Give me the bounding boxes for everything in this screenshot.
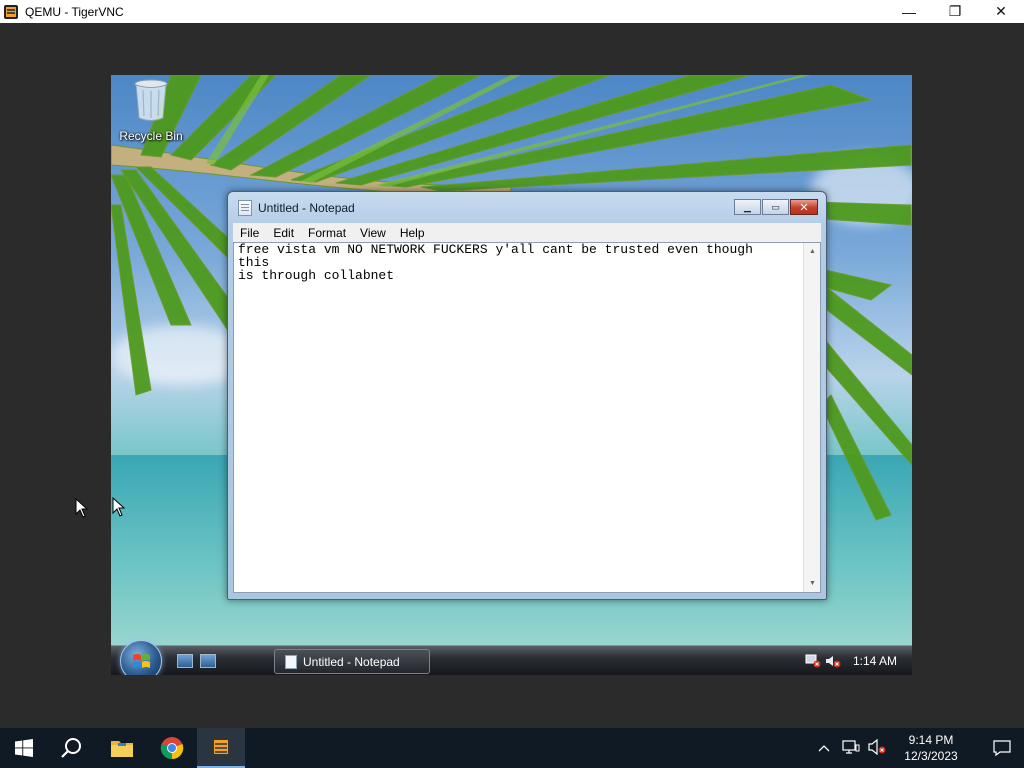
guest-mouse-cursor-icon xyxy=(112,497,126,517)
clock-date: 12/3/2023 xyxy=(904,749,958,763)
volume-muted-icon[interactable] xyxy=(868,738,886,758)
scroll-up-icon[interactable]: ▲ xyxy=(804,243,821,260)
notepad-maximize-button[interactable]: ▭ xyxy=(762,199,789,215)
host-clock[interactable]: 9:14 PM 12/3/2023 xyxy=(896,732,966,764)
close-icon: ✕ xyxy=(995,3,1007,19)
windows-orb-icon[interactable] xyxy=(120,640,162,675)
minimize-button[interactable]: — xyxy=(886,0,932,23)
vertical-scrollbar[interactable]: ▲ ▼ xyxy=(803,243,820,592)
notepad-close-button[interactable]: ✕ xyxy=(790,199,818,215)
guest-desktop[interactable]: Recycle Bin Untitled - Notepad ▁ ▭ ✕ Fil… xyxy=(111,75,912,675)
window-title: QEMU - TigerVNC xyxy=(25,4,124,19)
guest-clock[interactable]: 1:14 AM xyxy=(853,654,897,668)
notepad-icon xyxy=(238,199,252,216)
menu-edit[interactable]: Edit xyxy=(266,226,301,240)
restore-icon: ❐ xyxy=(948,3,962,19)
windows-start-button[interactable] xyxy=(0,728,48,768)
maximize-icon: ▭ xyxy=(771,201,780,212)
close-button[interactable]: ✕ xyxy=(978,0,1024,23)
volume-muted-icon[interactable] xyxy=(825,654,841,668)
notepad-icon xyxy=(285,654,297,669)
menu-help[interactable]: Help xyxy=(393,226,432,240)
recycle-bin-shortcut[interactable]: Recycle Bin xyxy=(115,78,187,143)
windows-start-icon xyxy=(15,739,33,757)
network-icon[interactable] xyxy=(842,739,860,758)
search-button[interactable] xyxy=(48,728,96,768)
notification-icon xyxy=(993,740,1011,757)
search-icon xyxy=(61,738,81,758)
show-desktop-icon[interactable] xyxy=(177,654,193,668)
menu-format[interactable]: Format xyxy=(301,226,353,240)
close-icon: ✕ xyxy=(799,201,809,214)
chevron-up-icon[interactable] xyxy=(818,741,830,755)
guest-taskbar: Untitled - Notepad 1:14 AM xyxy=(111,640,912,675)
taskbar-notepad-button[interactable]: Untitled - Notepad xyxy=(274,649,430,674)
notepad-menu-bar: File Edit Format View Help xyxy=(233,223,821,242)
chrome-icon xyxy=(160,737,184,760)
chrome-button[interactable] xyxy=(148,728,196,768)
host-taskbar: 9:14 PM 12/3/2023 xyxy=(0,728,1024,768)
notepad-text-content[interactable]: free vista vm NO NETWORK FUCKERS y'all c… xyxy=(238,243,798,282)
taskbar-button-label: Untitled - Notepad xyxy=(303,654,400,669)
menu-file[interactable]: File xyxy=(233,226,266,240)
recycle-bin-icon xyxy=(134,79,168,121)
notepad-window[interactable]: Untitled - Notepad ▁ ▭ ✕ File Edit Forma… xyxy=(227,191,827,600)
tigervnc-taskbar-button[interactable] xyxy=(197,728,245,768)
scroll-down-icon[interactable]: ▼ xyxy=(804,575,821,592)
mouse-cursor-icon xyxy=(75,498,89,518)
recycle-bin-label: Recycle Bin xyxy=(119,129,183,143)
tigervnc-icon xyxy=(211,737,231,757)
notepad-edit-area[interactable]: free vista vm NO NETWORK FUCKERS y'all c… xyxy=(233,242,821,593)
menu-view[interactable]: View xyxy=(353,226,393,240)
guest-system-tray: 1:14 AM xyxy=(805,646,912,675)
minimize-icon: — xyxy=(902,3,916,20)
file-explorer-button[interactable] xyxy=(98,728,146,768)
host-system-tray: 9:14 PM 12/3/2023 xyxy=(818,728,1024,768)
vnc-title-bar[interactable]: QEMU - TigerVNC — ❐ ✕ xyxy=(0,0,1024,23)
switch-windows-icon[interactable] xyxy=(200,654,216,668)
network-disconnected-icon[interactable] xyxy=(805,654,821,668)
minimize-icon: ▁ xyxy=(744,201,751,212)
notepad-title-bar[interactable]: Untitled - Notepad ▁ ▭ ✕ xyxy=(228,192,826,223)
file-explorer-icon xyxy=(111,741,133,757)
tigervnc-icon xyxy=(3,4,19,20)
restore-button[interactable]: ❐ xyxy=(932,0,978,23)
action-center-button[interactable] xyxy=(980,728,1024,768)
notepad-minimize-button[interactable]: ▁ xyxy=(734,199,761,215)
clock-time: 9:14 PM xyxy=(908,733,954,747)
notepad-title: Untitled - Notepad xyxy=(258,200,355,215)
